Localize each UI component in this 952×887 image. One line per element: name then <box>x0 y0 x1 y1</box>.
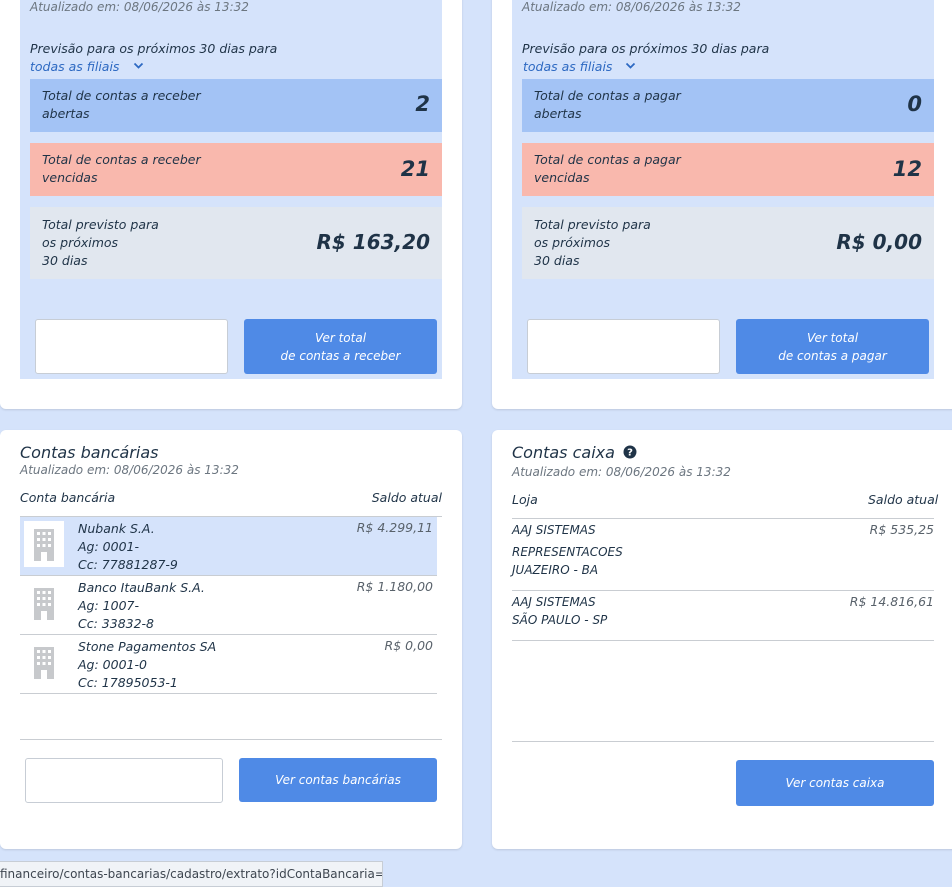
payables-total-label: Total previsto para os próximos 30 dias <box>534 216 651 270</box>
payables-blank-button[interactable] <box>527 319 720 374</box>
help-icon[interactable]: ? <box>623 445 637 459</box>
payables-open-label-line1: Total de contas a pagar <box>534 88 681 103</box>
cash-store-city: SÃO PAULO - SP <box>512 613 608 627</box>
payables-total-label-line3: 30 dias <box>534 253 580 268</box>
chevron-down-icon[interactable] <box>133 62 144 70</box>
receivables-filial-select[interactable]: todas as filiais <box>30 59 119 74</box>
receivables-open-label-line1: Total de contas a receber <box>42 88 201 103</box>
payables-total-label-line2: os próximos <box>534 235 611 250</box>
payables-open-value: 0 <box>907 92 922 116</box>
payables-open-label-line2: abertas <box>534 106 582 121</box>
bank-name: Stone Pagamentos SA <box>78 639 217 654</box>
payables-overdue-label-line1: Total de contas a pagar <box>534 152 681 167</box>
svg-text:?: ? <box>627 448 633 459</box>
receivables-forecast-label: Previsão para os próximos 30 dias para <box>30 41 278 56</box>
view-payables-button-line2: de contas a pagar <box>778 348 887 363</box>
payables-overdue-box: Total de contas a pagar vencidas 12 <box>522 143 934 196</box>
payables-overdue-value: 12 <box>892 157 922 181</box>
cash-row-divider <box>512 640 934 641</box>
receivables-blank-button[interactable] <box>35 319 228 374</box>
cash-accounts-updated: Atualizado em: 08/06/2026 às 13:32 <box>512 465 731 479</box>
cash-store-balance: R$ 535,25 <box>869 522 934 537</box>
receivables-total-label: Total previsto para os próximos 30 dias <box>42 216 159 270</box>
bank-account-number: Cc: 33832-8 <box>78 616 155 631</box>
bank-account-row[interactable]: Stone Pagamentos SA Ag: 0001-0 Cc: 17895… <box>20 635 437 693</box>
view-receivables-button-line1: Ver total <box>314 330 367 345</box>
bank-balance: R$ 0,00 <box>384 638 433 653</box>
bank-agency: Ag: 0001- <box>78 539 139 554</box>
bank-account-row[interactable]: Nubank S.A. Ag: 0001- Cc: 77881287-9 R$ … <box>20 517 437 575</box>
bank-account-number: Cc: 77881287-9 <box>78 557 178 572</box>
bank-balance: R$ 4.299,11 <box>356 520 433 535</box>
bank-account-number: Cc: 17895053-1 <box>78 675 178 690</box>
receivables-overdue-box: Total de contas a receber vencidas 21 <box>30 143 442 196</box>
cash-accounts-panel: Contas caixa ? Atualizado em: 08/06/2026… <box>492 430 952 849</box>
payables-panel: Atualizado em: 08/06/2026 às 13:32 Previ… <box>492 0 952 409</box>
bank-accounts-updated: Atualizado em: 08/06/2026 às 13:32 <box>20 463 239 477</box>
payables-open-label: Total de contas a pagar abertas <box>534 87 681 123</box>
cash-accounts-col-balance: Saldo atual <box>868 492 939 507</box>
bank-accounts-blank-button[interactable] <box>25 758 223 803</box>
cash-store-name: AAJ SISTEMAS <box>512 595 596 609</box>
cash-store-name-line2: REPRESENTACOES <box>512 545 623 559</box>
bank-building-icon <box>24 639 64 685</box>
bank-building-icon <box>24 521 64 567</box>
bank-accounts-panel: Contas bancárias Atualizado em: 08/06/20… <box>0 430 462 849</box>
receivables-overdue-value: 21 <box>400 157 430 181</box>
receivables-total-box: Total previsto para os próximos 30 dias … <box>30 207 442 279</box>
receivables-open-box: Total de contas a receber abertas 2 <box>30 79 442 132</box>
bank-accounts-title: Contas bancárias <box>20 443 159 462</box>
payables-open-box: Total de contas a pagar abertas 0 <box>522 79 934 132</box>
view-receivables-button[interactable]: Ver total de contas a receber <box>244 319 437 374</box>
view-payables-button[interactable]: Ver total de contas a pagar <box>736 319 929 374</box>
bank-balance: R$ 1.180,00 <box>356 579 433 594</box>
bank-name: Nubank S.A. <box>78 521 155 536</box>
receivables-updated: Atualizado em: 08/06/2026 às 13:32 <box>30 0 249 14</box>
payables-forecast-label: Previsão para os próximos 30 dias para <box>522 41 770 56</box>
view-bank-accounts-button[interactable]: Ver contas bancárias <box>239 758 437 802</box>
receivables-total-value: R$ 163,20 <box>316 230 430 254</box>
cash-accounts-col-store: Loja <box>512 492 538 507</box>
payables-total-label-line1: Total previsto para <box>534 217 651 232</box>
view-cash-accounts-button[interactable]: Ver contas caixa <box>736 760 934 806</box>
receivables-total-label-line2: os próximos <box>42 235 119 250</box>
receivables-overdue-label-line2: vencidas <box>42 170 98 185</box>
receivables-total-label-line3: 30 dias <box>42 253 88 268</box>
receivables-total-label-line1: Total previsto para <box>42 217 159 232</box>
receivables-panel: Atualizado em: 08/06/2026 às 13:32 Previ… <box>0 0 462 409</box>
cash-accounts-footer-divider <box>512 741 934 742</box>
bank-accounts-col-balance: Saldo atual <box>371 490 442 505</box>
receivables-open-value: 2 <box>415 92 430 116</box>
bank-building-icon <box>24 580 64 626</box>
receivables-open-label-line2: abertas <box>42 106 90 121</box>
bank-agency: Ag: 0001-0 <box>78 657 147 672</box>
bank-name: Banco ItauBank S.A. <box>78 580 205 595</box>
receivables-overdue-label: Total de contas a receber vencidas <box>42 151 201 187</box>
status-bar-url: financeiro/contas-bancarias/cadastro/ext… <box>0 861 383 887</box>
view-receivables-button-line2: de contas a receber <box>280 348 401 363</box>
payables-total-box: Total previsto para os próximos 30 dias … <box>522 207 934 279</box>
receivables-overdue-label-line1: Total de contas a receber <box>42 152 201 167</box>
cash-accounts-title-row: Contas caixa ? <box>512 443 637 462</box>
cash-accounts-title: Contas caixa <box>512 443 615 462</box>
cash-store-name: AAJ SISTEMAS <box>512 523 596 537</box>
chevron-down-icon[interactable] <box>625 62 636 70</box>
receivables-open-label: Total de contas a receber abertas <box>42 87 201 123</box>
cash-account-row[interactable]: AAJ SISTEMAS SÃO PAULO - SP R$ 14.816,61 <box>512 591 934 640</box>
payables-total-value: R$ 0,00 <box>836 230 922 254</box>
payables-overdue-label: Total de contas a pagar vencidas <box>534 151 681 187</box>
bank-row-divider <box>20 693 437 694</box>
cash-account-row[interactable]: AAJ SISTEMAS REPRESENTACOES JUAZEIRO - B… <box>512 519 934 590</box>
bank-account-row[interactable]: Banco ItauBank S.A. Ag: 1007- Cc: 33832-… <box>20 576 437 634</box>
bank-agency: Ag: 1007- <box>78 598 139 613</box>
payables-filial-select[interactable]: todas as filiais <box>523 59 612 74</box>
bank-accounts-col-account: Conta bancária <box>20 490 116 505</box>
view-payables-button-line1: Ver total <box>806 330 859 345</box>
payables-overdue-label-line2: vencidas <box>534 170 590 185</box>
payables-updated: Atualizado em: 08/06/2026 às 13:32 <box>522 0 741 14</box>
cash-store-balance: R$ 14.816,61 <box>849 594 934 609</box>
cash-store-city: JUAZEIRO - BA <box>512 563 599 577</box>
bank-accounts-footer-divider <box>20 739 442 740</box>
